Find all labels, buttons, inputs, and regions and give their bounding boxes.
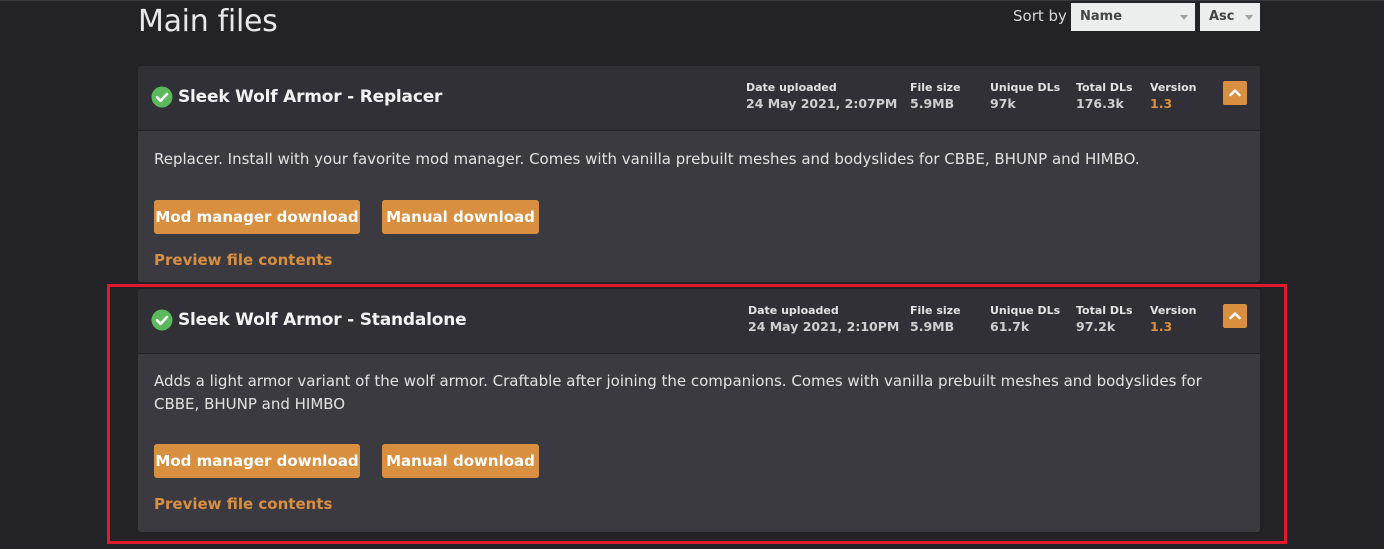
- stat-date-uploaded: Date uploaded 24 May 2021, 2:07PM: [746, 81, 897, 111]
- stat-value: 97.2k: [1076, 319, 1116, 334]
- collapse-button[interactable]: [1223, 81, 1247, 105]
- stat-value: 5.9MB: [910, 319, 955, 334]
- stat-file-size: File size 5.9MB: [910, 81, 961, 111]
- file-name: Sleek Wolf Armor - Standalone: [178, 310, 467, 330]
- stat-unique-dls: Unique DLs 61.7k: [990, 304, 1060, 334]
- stat-label: Unique DLs: [990, 81, 1061, 94]
- sort-order-select[interactable]: Asc: [1200, 3, 1260, 31]
- stat-label: Unique DLs: [990, 304, 1061, 317]
- check-circle-icon: [151, 86, 173, 108]
- stat-version: Version 1.3: [1150, 81, 1197, 111]
- stat-value: 61.7k: [990, 319, 1030, 334]
- preview-file-contents-link[interactable]: Preview file contents: [154, 495, 332, 513]
- stat-value: 97k: [990, 96, 1016, 111]
- stat-label: Date uploaded: [746, 81, 837, 94]
- sort-label: Sort by: [1013, 7, 1067, 25]
- file-description: Replacer. Install with your favorite mod…: [154, 150, 1140, 168]
- check-circle-icon: [151, 309, 173, 331]
- file-card-replacer: Sleek Wolf Armor - Replacer Date uploade…: [138, 66, 1260, 282]
- chevron-up-icon: [1229, 312, 1241, 320]
- stat-version: Version 1.3: [1150, 304, 1197, 334]
- stat-label: File size: [910, 304, 961, 317]
- stat-label: Total DLs: [1076, 81, 1133, 94]
- sort-order-value: Asc: [1209, 9, 1235, 24]
- stat-total-dls: Total DLs 97.2k: [1076, 304, 1133, 334]
- stat-unique-dls: Unique DLs 97k: [990, 81, 1060, 111]
- stat-label: Date uploaded: [748, 304, 839, 317]
- file-card-header[interactable]: Sleek Wolf Armor - Standalone Date uploa…: [138, 289, 1260, 354]
- collapse-button[interactable]: [1223, 304, 1247, 328]
- sort-field-select[interactable]: Name: [1071, 3, 1195, 31]
- chevron-down-icon: [1245, 15, 1253, 20]
- mod-manager-download-button[interactable]: Mod manager download: [154, 200, 360, 234]
- stat-value: 24 May 2021, 2:07PM: [746, 96, 898, 111]
- manual-download-button[interactable]: Manual download: [382, 444, 539, 478]
- section-title: Main files: [138, 4, 278, 39]
- file-description: Adds a light armor variant of the wolf a…: [154, 372, 1202, 413]
- top-divider: [0, 0, 1384, 1]
- stat-date-uploaded: Date uploaded 24 May 2021, 2:10PM: [748, 304, 899, 334]
- stat-value: 176.3k: [1076, 96, 1124, 111]
- stat-label: Total DLs: [1076, 304, 1133, 317]
- stat-label: Version: [1150, 304, 1197, 317]
- chevron-down-icon: [1180, 15, 1188, 20]
- chevron-up-icon: [1229, 89, 1241, 97]
- mod-manager-download-button[interactable]: Mod manager download: [154, 444, 360, 478]
- preview-file-contents-link[interactable]: Preview file contents: [154, 251, 332, 269]
- file-name: Sleek Wolf Armor - Replacer: [178, 87, 443, 107]
- file-card-header[interactable]: Sleek Wolf Armor - Replacer Date uploade…: [138, 66, 1260, 131]
- stat-value: 1.3: [1150, 96, 1173, 111]
- stat-label: File size: [910, 81, 961, 94]
- stat-file-size: File size 5.9MB: [910, 304, 961, 334]
- file-card-standalone: Sleek Wolf Armor - Standalone Date uploa…: [138, 289, 1260, 532]
- stat-value: 5.9MB: [910, 96, 955, 111]
- stat-label: Version: [1150, 81, 1197, 94]
- stat-value: 1.3: [1150, 319, 1173, 334]
- stat-total-dls: Total DLs 176.3k: [1076, 81, 1133, 111]
- manual-download-button[interactable]: Manual download: [382, 200, 539, 234]
- sort-field-value: Name: [1080, 9, 1123, 24]
- stat-value: 24 May 2021, 2:10PM: [748, 319, 900, 334]
